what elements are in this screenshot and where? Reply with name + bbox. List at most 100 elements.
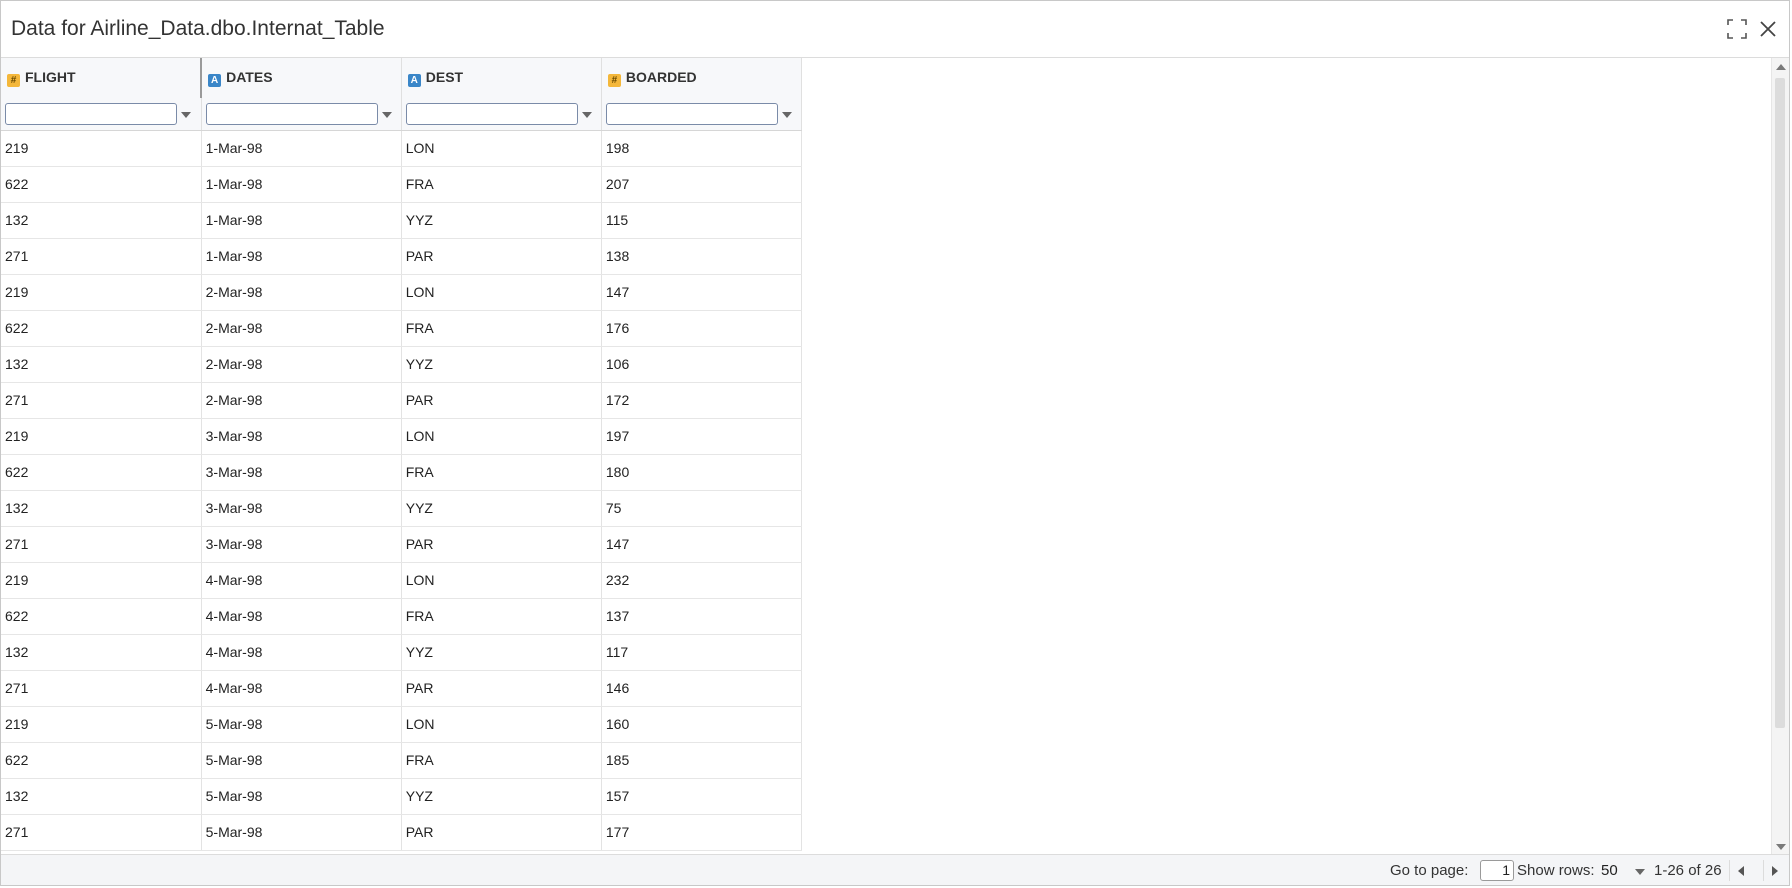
cell-dest[interactable]: PAR — [401, 814, 602, 851]
cell-dates[interactable]: 4-Mar-98 — [201, 598, 402, 635]
cell-flight[interactable]: 271 — [1, 814, 202, 851]
cell-flight[interactable]: 132 — [1, 202, 202, 239]
page-number-input[interactable]: 1 — [1480, 860, 1514, 881]
cell-dest[interactable]: LON — [401, 130, 602, 167]
cell-dates[interactable]: 1-Mar-98 — [201, 238, 402, 275]
cell-dest[interactable]: LON — [401, 562, 602, 599]
cell-flight[interactable]: 219 — [1, 130, 202, 167]
scroll-down-icon[interactable] — [1776, 844, 1786, 850]
table-row[interactable]: 219 2-Mar-98 LON 147 — [1, 274, 803, 311]
table-row[interactable]: 132 4-Mar-98 YYZ 117 — [1, 634, 803, 671]
cell-boarded[interactable]: 147 — [601, 526, 803, 563]
chevron-left-icon[interactable] — [1729, 860, 1752, 881]
cell-flight[interactable]: 219 — [1, 274, 202, 311]
cell-boarded[interactable]: 160 — [601, 706, 803, 743]
table-row[interactable]: 132 3-Mar-98 YYZ 75 — [1, 490, 803, 527]
cell-dest[interactable]: FRA — [401, 166, 602, 203]
table-row[interactable]: 271 1-Mar-98 PAR 138 — [1, 238, 803, 275]
cell-dest[interactable]: YYZ — [401, 202, 602, 239]
cell-dates[interactable]: 5-Mar-98 — [201, 814, 402, 851]
cell-boarded[interactable]: 146 — [601, 670, 803, 707]
cell-dates[interactable]: 5-Mar-98 — [201, 706, 402, 743]
cell-boarded[interactable]: 147 — [601, 274, 803, 311]
filter-input-boarded[interactable] — [605, 102, 778, 125]
cell-dest[interactable]: LON — [401, 706, 602, 743]
cell-boarded[interactable]: 232 — [601, 562, 803, 599]
column-header-dates[interactable]: A DATES — [201, 58, 402, 98]
cell-flight[interactable]: 132 — [1, 634, 202, 671]
maximize-icon[interactable] — [1725, 17, 1749, 41]
cell-boarded[interactable]: 185 — [601, 742, 803, 779]
cell-flight[interactable]: 622 — [1, 454, 202, 491]
filter-dropdown-icon[interactable] — [177, 103, 193, 125]
cell-dates[interactable]: 2-Mar-98 — [201, 346, 402, 383]
cell-flight[interactable]: 271 — [1, 238, 202, 275]
cell-flight[interactable]: 622 — [1, 742, 202, 779]
cell-dates[interactable]: 4-Mar-98 — [201, 670, 402, 707]
cell-flight[interactable]: 132 — [1, 490, 202, 527]
table-row[interactable]: 271 5-Mar-98 PAR 177 — [1, 814, 803, 851]
table-row[interactable]: 622 1-Mar-98 FRA 207 — [1, 166, 803, 203]
scroll-up-icon[interactable] — [1776, 64, 1786, 70]
cell-dates[interactable]: 3-Mar-98 — [201, 526, 402, 563]
table-row[interactable]: 219 4-Mar-98 LON 232 — [1, 562, 803, 599]
cell-flight[interactable]: 622 — [1, 166, 202, 203]
cell-dest[interactable]: PAR — [401, 382, 602, 419]
table-row[interactable]: 219 5-Mar-98 LON 160 — [1, 706, 803, 743]
table-row[interactable]: 622 2-Mar-98 FRA 176 — [1, 310, 803, 347]
cell-dates[interactable]: 1-Mar-98 — [201, 202, 402, 239]
cell-dest[interactable]: FRA — [401, 742, 602, 779]
scrollbar-thumb[interactable] — [1775, 78, 1785, 728]
cell-flight[interactable]: 132 — [1, 346, 202, 383]
cell-boarded[interactable]: 138 — [601, 238, 803, 275]
table-row[interactable]: 271 2-Mar-98 PAR 172 — [1, 382, 803, 419]
table-row[interactable]: 622 5-Mar-98 FRA 185 — [1, 742, 803, 779]
cell-dates[interactable]: 2-Mar-98 — [201, 382, 402, 419]
cell-dates[interactable]: 2-Mar-98 — [201, 310, 402, 347]
table-row[interactable]: 132 2-Mar-98 YYZ 106 — [1, 346, 803, 383]
cell-dest[interactable]: FRA — [401, 598, 602, 635]
cell-boarded[interactable]: 177 — [601, 814, 803, 851]
cell-dates[interactable]: 4-Mar-98 — [201, 562, 402, 599]
filter-input-dates[interactable] — [205, 102, 378, 125]
cell-dates[interactable]: 2-Mar-98 — [201, 274, 402, 311]
chevron-right-icon[interactable] — [1763, 860, 1786, 881]
cell-boarded[interactable]: 115 — [601, 202, 803, 239]
cell-boarded[interactable]: 207 — [601, 166, 803, 203]
cell-flight[interactable]: 132 — [1, 778, 202, 815]
table-row[interactable]: 132 5-Mar-98 YYZ 157 — [1, 778, 803, 815]
cell-flight[interactable]: 271 — [1, 382, 202, 419]
cell-dest[interactable]: PAR — [401, 526, 602, 563]
cell-flight[interactable]: 219 — [1, 418, 202, 455]
cell-dates[interactable]: 4-Mar-98 — [201, 634, 402, 671]
table-row[interactable]: 132 1-Mar-98 YYZ 115 — [1, 202, 803, 239]
cell-boarded[interactable]: 176 — [601, 310, 803, 347]
cell-boarded[interactable]: 106 — [601, 346, 803, 383]
cell-boarded[interactable]: 180 — [601, 454, 803, 491]
cell-dates[interactable]: 3-Mar-98 — [201, 490, 402, 527]
cell-dest[interactable]: YYZ — [401, 778, 602, 815]
cell-dates[interactable]: 3-Mar-98 — [201, 418, 402, 455]
cell-flight[interactable]: 271 — [1, 670, 202, 707]
cell-boarded[interactable]: 157 — [601, 778, 803, 815]
filter-input-dest[interactable] — [405, 102, 578, 125]
close-icon[interactable] — [1756, 17, 1780, 41]
cell-flight[interactable]: 622 — [1, 598, 202, 635]
cell-boarded[interactable]: 75 — [601, 490, 803, 527]
cell-dest[interactable]: YYZ — [401, 490, 602, 527]
rows-per-page-select[interactable]: 50 — [1601, 860, 1647, 881]
cell-boarded[interactable]: 137 — [601, 598, 803, 635]
filter-input-flight[interactable] — [5, 102, 177, 125]
cell-dest[interactable]: FRA — [401, 454, 602, 491]
table-row[interactable]: 622 4-Mar-98 FRA 137 — [1, 598, 803, 635]
cell-boarded[interactable]: 117 — [601, 634, 803, 671]
table-row[interactable]: 271 3-Mar-98 PAR 147 — [1, 526, 803, 563]
cell-flight[interactable]: 219 — [1, 706, 202, 743]
cell-flight[interactable]: 219 — [1, 562, 202, 599]
cell-boarded[interactable]: 197 — [601, 418, 803, 455]
cell-dest[interactable]: LON — [401, 274, 602, 311]
cell-dest[interactable]: YYZ — [401, 346, 602, 383]
table-row[interactable]: 219 1-Mar-98 LON 198 — [1, 130, 803, 167]
column-header-dest[interactable]: A DEST — [401, 58, 602, 98]
cell-dates[interactable]: 1-Mar-98 — [201, 166, 402, 203]
